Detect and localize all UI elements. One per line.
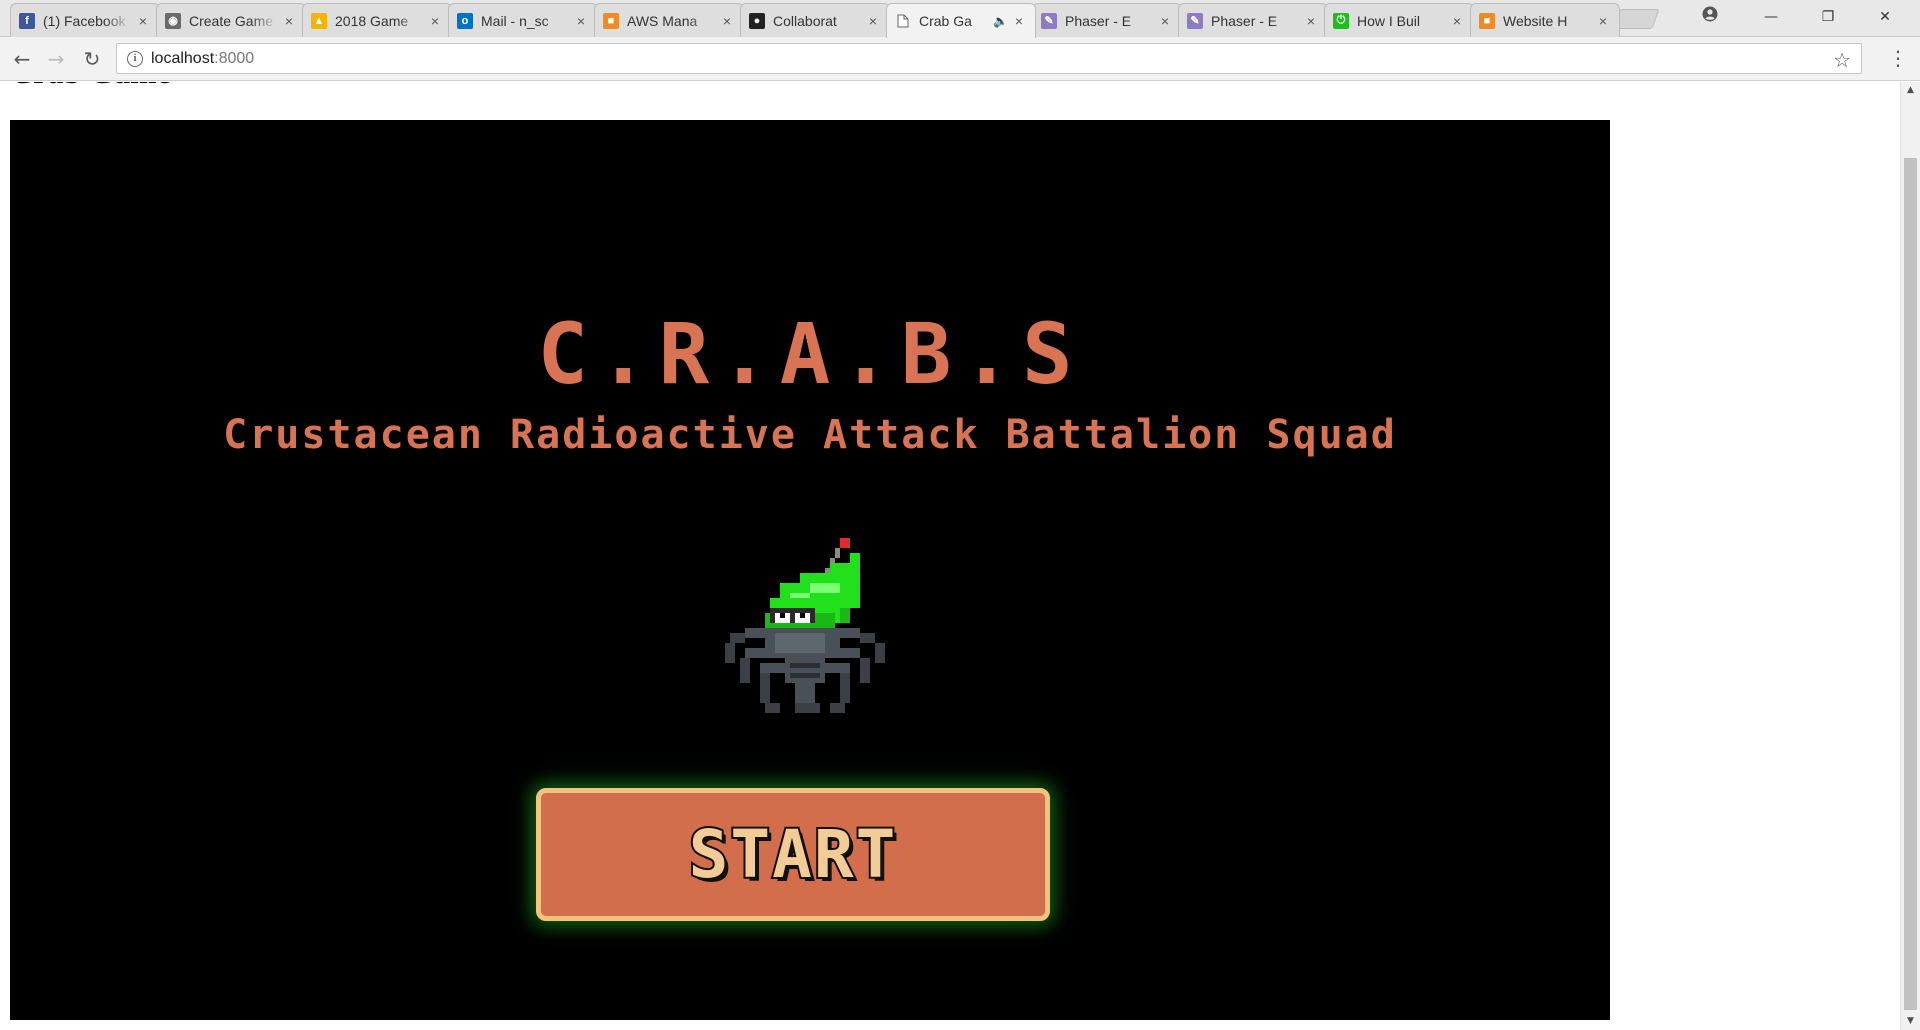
page-icon bbox=[895, 13, 911, 29]
browser-tab[interactable]: ◉ Create Game × bbox=[156, 3, 306, 37]
facebook-icon: f bbox=[19, 12, 35, 29]
browser-tab[interactable]: ✎ Phaser - E × bbox=[1032, 3, 1182, 37]
browser-tab[interactable]: o Mail - n_sc × bbox=[448, 3, 598, 37]
tab-close-icon[interactable]: × bbox=[1449, 13, 1465, 29]
scroll-down-arrow-icon[interactable]: ▼ bbox=[1901, 1013, 1920, 1030]
page-heading: Crab Game bbox=[10, 82, 171, 91]
tab-close-icon[interactable]: × bbox=[281, 13, 297, 29]
page-viewport: Crab Game C.R.A.B.S Crustacean Radioacti… bbox=[0, 82, 1900, 1030]
tab-title: Create Game bbox=[189, 12, 274, 29]
bookmark-star-icon[interactable]: ☆ bbox=[1833, 48, 1851, 72]
aws-icon: ■ bbox=[1479, 12, 1495, 29]
tab-title: Mail - n_sc bbox=[481, 12, 549, 29]
address-bar[interactable]: i localhost:8000 ☆ bbox=[116, 43, 1862, 74]
tab-title: AWS Mana bbox=[627, 12, 698, 29]
profile-icon[interactable] bbox=[1702, 6, 1718, 22]
aws-icon: ■ bbox=[603, 12, 619, 29]
browser-tab[interactable]: ▲ 2018 Game × bbox=[302, 3, 452, 37]
tab-title: Phaser - E bbox=[1065, 12, 1132, 29]
tab-strip: — ❐ ✕ f (1) Facebook × ◉ Create Game × ▲ 2018 G… bbox=[0, 0, 1920, 38]
create-game-icon: ◉ bbox=[165, 12, 181, 29]
game-title: C.R.A.B.S bbox=[537, 305, 1083, 403]
browser-tab[interactable]: ● Collaborat × bbox=[740, 3, 890, 37]
url-port: :8000 bbox=[214, 50, 255, 67]
google-drive-icon: ▲ bbox=[311, 12, 327, 29]
browser-tab[interactable]: Crab Ga 🔈 × bbox=[886, 3, 1036, 38]
power-icon: ⏻ bbox=[1333, 12, 1349, 29]
tab-title: Phaser - E bbox=[1211, 12, 1278, 29]
tab-title: How I Buil bbox=[1357, 12, 1421, 29]
browser-menu-icon[interactable]: ⋮ bbox=[1888, 47, 1908, 71]
url-text[interactable]: localhost:8000 bbox=[151, 50, 254, 68]
tab-close-icon[interactable]: × bbox=[865, 13, 881, 29]
browser-tab[interactable]: ✎ Phaser - E × bbox=[1178, 3, 1328, 37]
tab-title: (1) Facebook bbox=[43, 12, 126, 29]
close-window-button[interactable]: ✕ bbox=[1857, 0, 1913, 34]
scroll-up-arrow-icon[interactable]: ▲ bbox=[1901, 82, 1920, 99]
restore-button[interactable]: ❐ bbox=[1800, 0, 1856, 34]
tab-title: 2018 Game bbox=[335, 12, 409, 29]
tab-close-icon[interactable]: × bbox=[573, 13, 589, 29]
minimize-button[interactable]: — bbox=[1743, 0, 1799, 34]
tab-close-icon[interactable]: × bbox=[1303, 13, 1319, 29]
phaser-icon: ✎ bbox=[1041, 12, 1057, 29]
reload-icon[interactable]: ↻ bbox=[80, 47, 104, 71]
browser-tab[interactable]: ■ AWS Mana × bbox=[594, 3, 744, 37]
site-info-icon[interactable]: i bbox=[127, 51, 143, 67]
browser-tab[interactable]: ■ Website H × bbox=[1470, 3, 1620, 37]
url-host: localhost bbox=[151, 50, 215, 67]
tab-close-icon[interactable]: × bbox=[719, 13, 735, 29]
page-scrollbar[interactable]: ▲ ▼ bbox=[1900, 82, 1920, 1030]
browser-toolbar: ← → ↻ i localhost:8000 ☆ ⋮ bbox=[0, 37, 1920, 81]
game-subtitle: Crustacean Radioactive Attack Battalion … bbox=[223, 412, 1397, 458]
forward-arrow-icon[interactable]: → bbox=[44, 47, 68, 71]
start-button[interactable]: START bbox=[536, 788, 1050, 921]
tab-close-icon[interactable]: × bbox=[1011, 13, 1027, 29]
tab-close-icon[interactable]: × bbox=[1157, 13, 1173, 29]
browser-tab[interactable]: f (1) Facebook × bbox=[10, 3, 160, 37]
tab-close-icon[interactable]: × bbox=[427, 13, 443, 29]
browser-tab[interactable]: ⏻ How I Buil × bbox=[1324, 3, 1474, 37]
outlook-icon: o bbox=[457, 12, 473, 29]
audio-playing-icon[interactable]: 🔈 bbox=[993, 14, 1008, 28]
tab-close-icon[interactable]: × bbox=[135, 13, 151, 29]
tab-close-icon[interactable]: × bbox=[1595, 13, 1611, 29]
start-button-label: START bbox=[687, 814, 898, 895]
tab-title: Website H bbox=[1503, 12, 1568, 29]
hermit-crab-sprite bbox=[725, 538, 885, 713]
tab-title: Collaborat bbox=[773, 12, 837, 29]
scrollbar-thumb[interactable] bbox=[1904, 158, 1917, 1010]
back-arrow-icon[interactable]: ← bbox=[10, 47, 34, 71]
tab-title: Crab Ga bbox=[919, 13, 972, 29]
phaser-icon: ✎ bbox=[1187, 12, 1203, 29]
game-canvas[interactable]: C.R.A.B.S Crustacean Radioactive Attack … bbox=[10, 120, 1610, 1020]
github-icon: ● bbox=[749, 12, 765, 29]
